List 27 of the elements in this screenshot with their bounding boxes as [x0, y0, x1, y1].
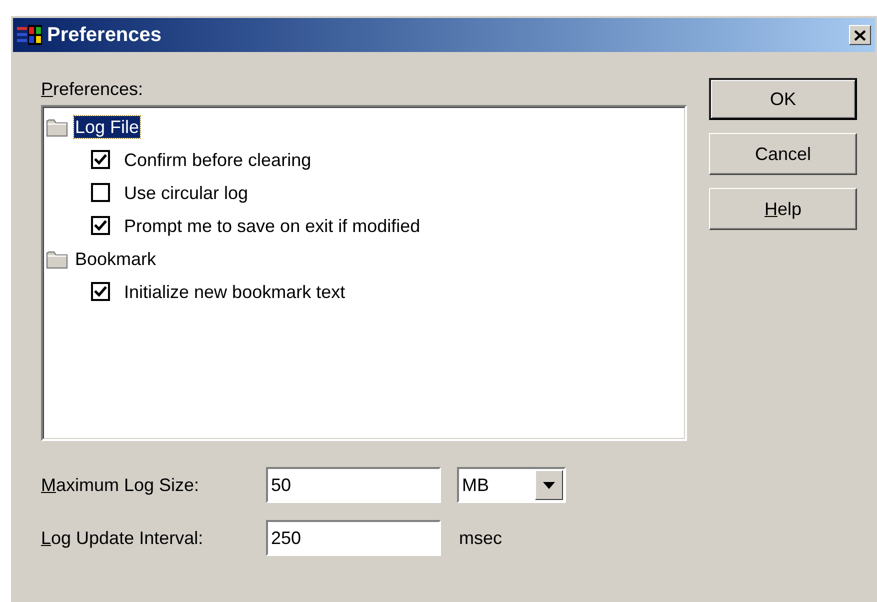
checkbox[interactable]: [91, 282, 110, 301]
window-title: Preferences: [47, 23, 162, 48]
tree-node[interactable]: Log File: [74, 116, 140, 138]
folder-icon: [46, 248, 68, 268]
input-field[interactable]: 250: [266, 520, 441, 556]
field-label: Log Update Interval:: [41, 526, 204, 550]
unit-label: msec: [459, 526, 502, 550]
dialog-button[interactable]: Help: [709, 188, 857, 230]
checkbox[interactable]: [91, 183, 110, 202]
checkbox[interactable]: [91, 216, 110, 235]
option-label: Confirm before clearing: [124, 148, 312, 170]
tree-node[interactable]: Bookmark: [74, 248, 158, 270]
option-label: Initialize new bookmark text: [124, 280, 346, 302]
option-label: Use circular log: [124, 182, 248, 204]
tree-label: Preferences:: [41, 78, 144, 100]
field-label: Maximum Log Size:: [41, 474, 200, 497]
app-icon: [17, 24, 43, 46]
input-field[interactable]: 50: [266, 467, 441, 503]
dialog-button[interactable]: Cancel: [709, 133, 857, 175]
folder-icon: [46, 116, 68, 136]
option-label: Prompt me to save on exit if modified: [124, 214, 420, 236]
caret-icon: [543, 482, 555, 488]
close-button[interactable]: [849, 25, 871, 45]
close-icon: [854, 30, 866, 40]
unit-dropdown[interactable]: MB: [457, 467, 566, 503]
checkbox[interactable]: [91, 150, 110, 169]
dialog-button[interactable]: OK: [709, 78, 857, 120]
